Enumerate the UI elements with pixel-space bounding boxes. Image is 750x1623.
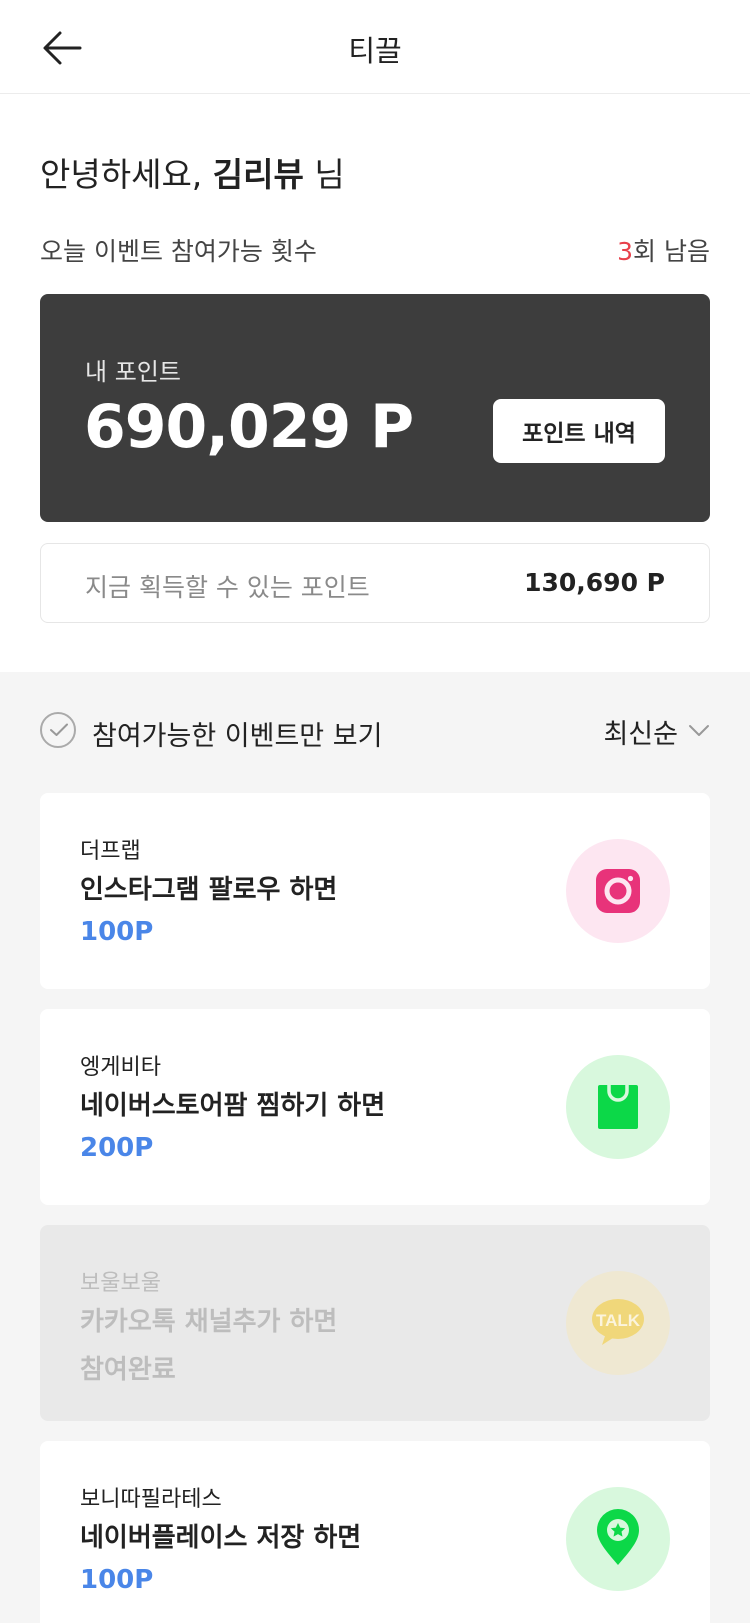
greeting-prefix: 안녕하세요, xyxy=(40,155,203,194)
earnable-points-box: 지금 획득할 수 있는 포인트 130,690 P xyxy=(40,543,710,623)
event-brand: 보니따필라테스 xyxy=(80,1487,222,1512)
daily-participation-count: 3회 남음 xyxy=(617,232,710,268)
daily-participation-row: 오늘 이벤트 참여가능 횟수 3회 남음 xyxy=(40,232,710,266)
earnable-points-label: 지금 획득할 수 있는 포인트 xyxy=(85,573,370,602)
my-points-card: 내 포인트 690,029 P 포인트 내역 xyxy=(40,294,710,522)
remaining-unit: 회 남음 xyxy=(633,237,710,266)
user-name: 김리뷰 xyxy=(212,155,304,194)
map-pin-star-icon xyxy=(566,1487,670,1591)
event-title: 인스타그램 팔로우 하면 xyxy=(80,875,338,905)
event-reward: 100P xyxy=(80,917,154,947)
chevron-down-icon xyxy=(689,725,709,736)
check-icon xyxy=(50,723,68,736)
event-status: 참여완료 xyxy=(80,1355,176,1385)
top-bar: 티끌 xyxy=(0,0,750,94)
event-card[interactable]: 보니따필라테스 네이버플레이스 저장 하면 100P xyxy=(40,1441,710,1623)
event-reward: 100P xyxy=(80,1565,154,1595)
available-only-label[interactable]: 참여가능한 이벤트만 보기 xyxy=(92,714,382,753)
event-card[interactable]: 보울보울 카카오톡 채널추가 하면 참여완료 TALK xyxy=(40,1225,710,1421)
sort-dropdown[interactable]: 최신순 xyxy=(603,714,710,750)
event-reward: 200P xyxy=(80,1133,154,1163)
event-brand: 보울보울 xyxy=(80,1271,161,1296)
greeting: 안녕하세요, 김리뷰 님 xyxy=(40,148,345,196)
event-card[interactable]: 엥게비타 네이버스토어팜 찜하기 하면 200P xyxy=(40,1009,710,1205)
my-points-value: 690,029 P xyxy=(84,392,414,462)
earnable-points-value: 130,690 P xyxy=(524,568,665,597)
filter-row: 참여가능한 이벤트만 보기 최신순 xyxy=(40,712,710,752)
kakao-talk-label: TALK xyxy=(596,1311,641,1330)
my-points-label: 내 포인트 xyxy=(85,358,181,386)
event-title: 카카오톡 채널추가 하면 xyxy=(80,1307,338,1337)
daily-participation-label: 오늘 이벤트 참여가능 횟수 xyxy=(40,237,317,266)
event-list-section: 참여가능한 이벤트만 보기 최신순 더프랩 인스타그램 팔로우 하면 100P … xyxy=(0,672,750,1623)
instagram-icon xyxy=(566,839,670,943)
point-history-button[interactable]: 포인트 내역 xyxy=(493,399,665,463)
page-title: 티끌 xyxy=(348,34,402,68)
sort-label: 최신순 xyxy=(603,718,678,750)
event-title: 네이버스토어팜 찜하기 하면 xyxy=(80,1091,386,1121)
kakao-talk-icon: TALK xyxy=(566,1271,670,1375)
available-only-checkbox[interactable] xyxy=(40,712,76,748)
remaining-count: 3 xyxy=(617,237,634,266)
shopping-bag-icon xyxy=(566,1055,670,1159)
event-card[interactable]: 더프랩 인스타그램 팔로우 하면 100P xyxy=(40,793,710,989)
greeting-suffix: 님 xyxy=(314,155,345,194)
event-brand: 엥게비타 xyxy=(80,1055,161,1080)
event-title: 네이버플레이스 저장 하면 xyxy=(80,1523,362,1553)
event-brand: 더프랩 xyxy=(80,839,141,864)
